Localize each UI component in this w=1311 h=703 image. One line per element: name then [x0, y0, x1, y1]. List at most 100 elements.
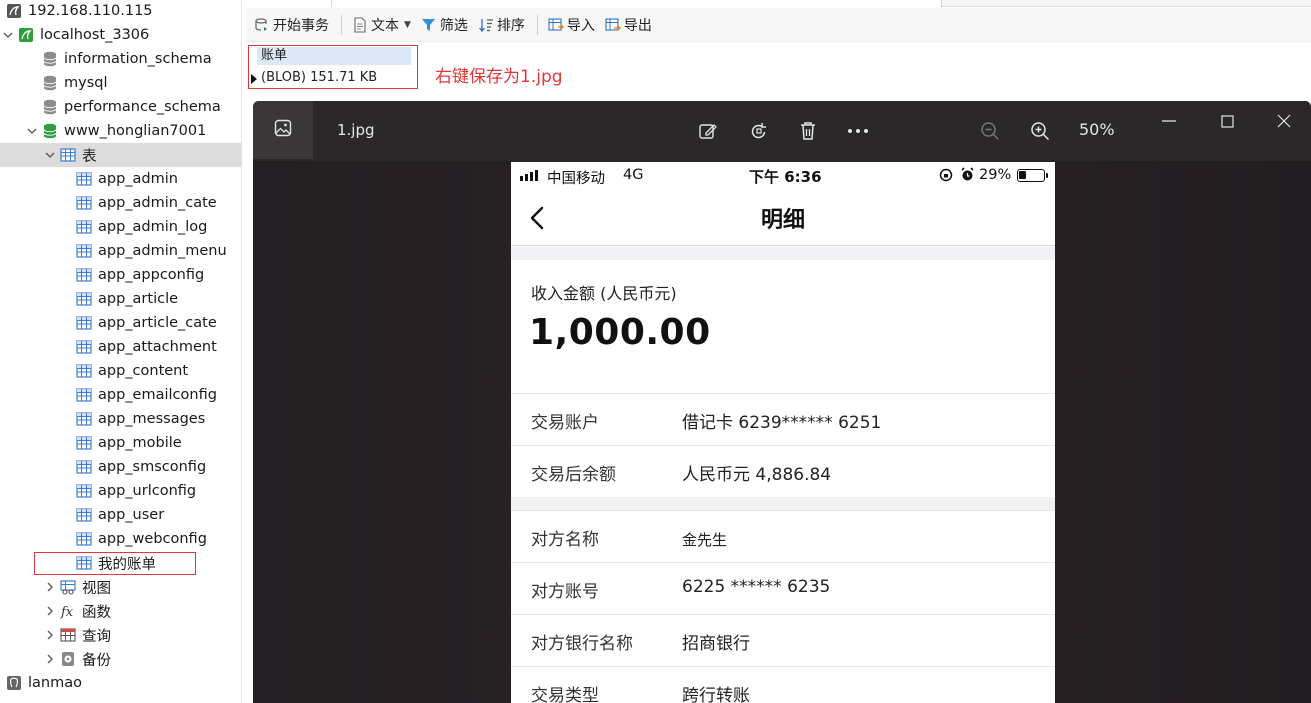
zoom-out-icon[interactable] [978, 119, 1002, 143]
backup-icon [60, 651, 76, 667]
close-icon[interactable] [1274, 111, 1294, 131]
tree-item-label: app_content [98, 363, 189, 379]
tab-table-data[interactable] [332, 0, 942, 7]
tree-item-app-webconfig[interactable]: app_webconfig [0, 527, 241, 551]
tree-item-192-168-110-115[interactable]: 192.168.110.115 [0, 0, 241, 23]
tree-item-备份[interactable]: 备份 [0, 647, 241, 671]
edit-image-icon[interactable] [696, 119, 720, 143]
detail-value: 借记卡 6239****** 6251 [682, 413, 882, 433]
tree-item-label: performance_schema [64, 99, 221, 115]
navicat-window: 192.168.110.115 localhost_3306 information… [0, 0, 1311, 703]
blob-cell[interactable]: (BLOB) 151.71 KB [249, 68, 415, 88]
minimize-icon[interactable] [1159, 111, 1179, 131]
detail-value: 金先生 [682, 531, 728, 549]
chevron-down-icon[interactable] [2, 29, 14, 41]
detail-row: 对方名称 金先生 [511, 510, 1055, 562]
tree-item-label: app_smsconfig [98, 459, 207, 475]
chevron-right-icon[interactable] [44, 605, 56, 617]
chevron-down-icon[interactable] [44, 149, 56, 161]
tab-strip [246, 0, 1311, 7]
column-header-bill[interactable]: 账单 [257, 47, 411, 65]
tab-objects[interactable] [246, 0, 332, 7]
zoom-in-icon[interactable] [1028, 119, 1052, 143]
amount-label: 收入金额 (人民币元) [531, 284, 677, 303]
mysql-connection-open-icon [18, 27, 34, 43]
tree-item-lanmao[interactable]: lanmao [0, 671, 241, 695]
more-options-icon[interactable] [846, 119, 870, 143]
tree-item-information-schema[interactable]: information_schema [0, 47, 241, 71]
detail-row: 交易账户 借记卡 6239****** 6251 [511, 393, 1055, 445]
tree-item-app-user[interactable]: app_user [0, 503, 241, 527]
table-icon [76, 411, 92, 427]
rotate-icon[interactable] [747, 119, 771, 143]
viewer-app-button[interactable] [253, 101, 313, 159]
photo-viewer-window: 1.jpg 50% 中国移动 4G 下午 6:36 29% 明细 收入金额 (人… [253, 101, 1311, 703]
tree-item-label: app_admin_menu [98, 243, 227, 259]
tree-item-app-admin-cate[interactable]: app_admin_cate [0, 191, 241, 215]
viewer-file-name: 1.jpg [337, 121, 375, 139]
status-time: 下午 6:36 [749, 168, 822, 186]
chevron-down-icon[interactable] [26, 125, 38, 137]
chevron-right-icon[interactable] [44, 581, 56, 593]
tree-item-localhost-3306[interactable]: localhost_3306 [0, 23, 241, 47]
dropdown-arrow-icon[interactable]: ▼ [404, 20, 411, 30]
tree-item-app-content[interactable]: app_content [0, 359, 241, 383]
tree-item-函数[interactable]: fx 函数 [0, 599, 241, 623]
tree-item-label: app_urlconfig [98, 483, 197, 499]
tree-item-app-mobile[interactable]: app_mobile [0, 431, 241, 455]
chevron-right-icon[interactable] [44, 629, 56, 641]
tree-item-mysql[interactable]: mysql [0, 71, 241, 95]
filter-button[interactable]: 筛选 [417, 12, 472, 38]
import-button[interactable]: 导入 [544, 12, 599, 38]
table-icon [76, 387, 92, 403]
tree-item-app-article[interactable]: app_article [0, 287, 241, 311]
alarm-icon [960, 167, 975, 186]
tree-item-表[interactable]: 表 [0, 143, 241, 167]
text-view-button[interactable]: 文本 ▼ [348, 12, 415, 38]
table-icon [76, 507, 92, 523]
views-folder-icon [60, 579, 76, 595]
tree-item-视图[interactable]: 视图 [0, 575, 241, 599]
photo-icon [274, 119, 292, 141]
tree-item-app-appconfig[interactable]: app_appconfig [0, 263, 241, 287]
tree-item-查询[interactable]: 查询 [0, 623, 241, 647]
bank-transaction-screenshot: 中国移动 4G 下午 6:36 29% 明细 收入金额 (人民币元) 1,000… [511, 162, 1055, 703]
tree-item-label: app_user [98, 507, 165, 523]
funnel-icon [421, 17, 437, 33]
detail-value: 跨行转账 [682, 686, 750, 703]
export-button[interactable]: 导出 [601, 12, 656, 38]
begin-transaction-button[interactable]: 开始事务 [250, 12, 333, 38]
tree-item-app-attachment[interactable]: app_attachment [0, 335, 241, 359]
tree-item-app-urlconfig[interactable]: app_urlconfig [0, 479, 241, 503]
maximize-icon[interactable] [1217, 111, 1237, 131]
table-icon [76, 435, 92, 451]
tree-item-app-emailconfig[interactable]: app_emailconfig [0, 383, 241, 407]
tree-item-app-messages[interactable]: app_messages [0, 407, 241, 431]
tree-item-label: app_mobile [98, 435, 182, 451]
tree-item-app-admin-menu[interactable]: app_admin_menu [0, 239, 241, 263]
table-icon [76, 291, 92, 307]
delete-icon[interactable] [796, 119, 820, 143]
zoom-level[interactable]: 50% [1079, 120, 1115, 139]
export-label: 导出 [623, 17, 652, 34]
tree-item-label: app_messages [98, 411, 206, 427]
tree-item-app-admin-log[interactable]: app_admin_log [0, 215, 241, 239]
tree-item-performance-schema[interactable]: performance_schema [0, 95, 241, 119]
sort-button[interactable]: 排序 [474, 12, 529, 38]
begin-transaction-label: 开始事务 [273, 17, 329, 34]
tree-item-app-admin[interactable]: app_admin [0, 167, 241, 191]
chevron-right-icon[interactable] [44, 653, 56, 665]
tree-item-www-honglian7001[interactable]: www_honglian7001 [0, 119, 241, 143]
tree-item-app-article-cate[interactable]: app_article_cate [0, 311, 241, 335]
tree-item-app-smsconfig[interactable]: app_smsconfig [0, 455, 241, 479]
tree-item-label: 视图 [82, 580, 111, 597]
